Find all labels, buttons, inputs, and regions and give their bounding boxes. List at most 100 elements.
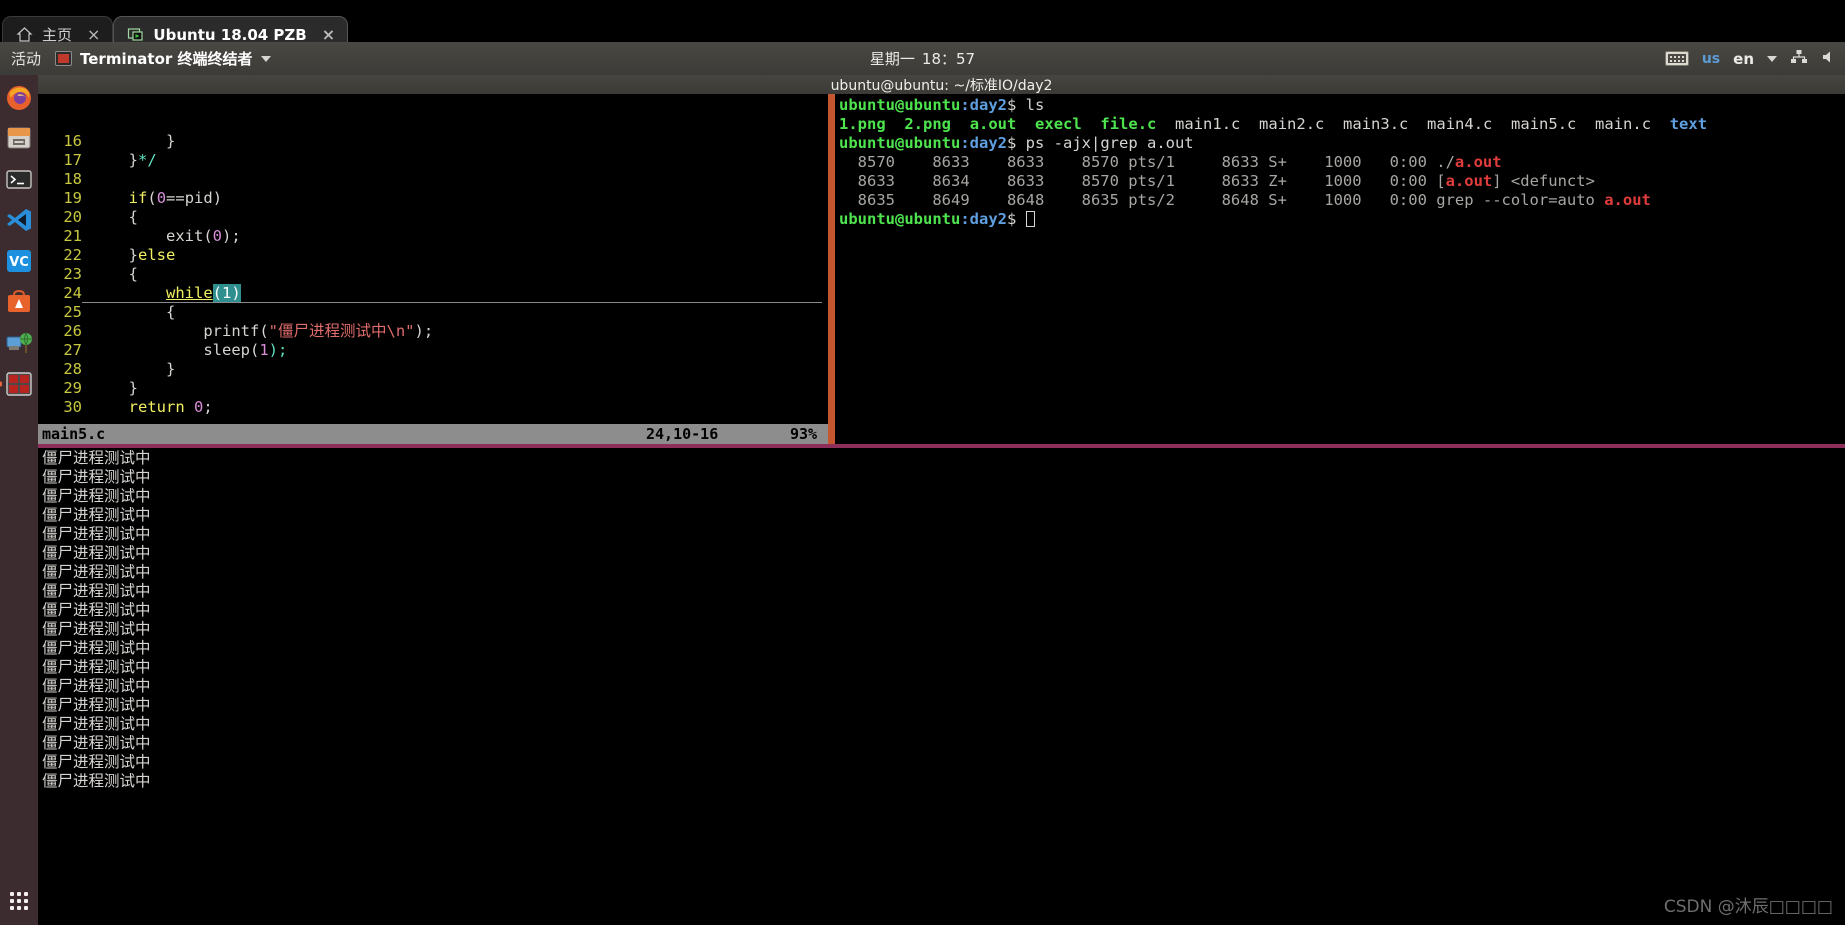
shell-prompt-symbol: $ — [1007, 210, 1026, 228]
network-icon[interactable] — [1790, 49, 1808, 69]
dock-item-vscode[interactable] — [3, 204, 35, 236]
watermark: CSDN @沐辰□□□□ — [1663, 897, 1833, 917]
code-token: exit( — [91, 227, 213, 245]
output-line: 僵尸进程测试中 — [42, 734, 151, 752]
code-token: 1 — [259, 341, 269, 359]
window-titlebar[interactable]: ubuntu@ubuntu: ~/标准IO/day2 — [38, 75, 1845, 94]
chevron-down-icon[interactable] — [1767, 55, 1777, 62]
dock-item-firefox[interactable] — [3, 81, 35, 113]
vim-status-line: main5.c 24,10-16 93% — [38, 424, 828, 444]
ls-entry — [886, 115, 905, 133]
ls-entry — [1082, 115, 1101, 133]
vim-cursor-position: 24,10-16 — [646, 424, 719, 443]
code-token: 0 — [156, 189, 167, 207]
dock-item-terminator[interactable] — [3, 368, 35, 400]
code-token: ( — [147, 189, 157, 207]
line-number: 20 — [63, 208, 82, 226]
code-token: } — [91, 379, 139, 397]
ubuntu-software-icon — [8, 289, 30, 312]
code-line: 22 }else — [42, 246, 828, 265]
terminator-icon — [6, 372, 32, 396]
line-number: 27 — [63, 341, 82, 359]
ubuntu-dock: VC — [0, 75, 38, 925]
code-token: if — [128, 189, 148, 207]
vim-editor-pane[interactable]: 16 } 17 }*/18 19 if(0==pid) 20 {21 exit(0)… — [38, 94, 828, 444]
grid-dot — [24, 892, 28, 896]
volume-icon[interactable] — [1821, 49, 1837, 69]
code-line: 24 while(1) — [42, 284, 828, 303]
ls-entry: main2.c — [1259, 115, 1325, 133]
keyboard-layout-label[interactable]: us — [1702, 51, 1720, 67]
terminal-line: ubuntu@ubuntu:day2$ ps -ajx|grep a.out — [839, 134, 1845, 153]
terminal-line: 1.png 2.png a.out execl file.c main1.c m… — [839, 115, 1845, 134]
browser-tab-label: Ubuntu 18.04 PZB — [153, 25, 307, 44]
code-line: 17 }*/ — [42, 151, 828, 170]
ls-entry: main5.c — [1511, 115, 1577, 133]
code-line: 27 sleep(1); — [42, 341, 828, 360]
output-line: 僵尸进程测试中 — [42, 601, 151, 619]
ps-field: a.out — [1445, 172, 1493, 190]
terminator-panes: 16 } 17 }*/18 19 if(0==pid) 20 {21 exit(0)… — [38, 94, 1845, 925]
window-title: ubuntu@ubuntu: ~/标准IO/day2 — [830, 77, 1053, 94]
ls-entry: a.out — [969, 115, 1017, 133]
line-number: 28 — [63, 360, 82, 378]
vertical-split-handle[interactable] — [828, 94, 835, 444]
dock-item-terminal[interactable] — [3, 163, 35, 195]
shell-prompt-path: :day2 — [960, 134, 1007, 152]
program-output-pane[interactable]: 僵尸进程测试中 僵尸进程测试中 僵尸进程测试中 僵尸进程测试中 僵尸进程测试中 僵尸进程测… — [38, 448, 1845, 925]
ls-entry — [1324, 115, 1343, 133]
code-line: 18 — [42, 170, 828, 189]
vim-scroll-percent: 93% — [790, 424, 818, 443]
code-line: 29 } — [42, 379, 828, 398]
dock-item-files[interactable] — [3, 122, 35, 154]
output-line: 僵尸进程测试中 — [42, 582, 151, 600]
ps-field: 8633 8634 8633 8570 pts/1 8633 Z+ 1000 0… — [839, 172, 1446, 190]
output-line: 僵尸进程测试中 — [42, 468, 151, 486]
vim-code-area[interactable]: 16 } 17 }*/18 19 if(0==pid) 20 {21 exit(0)… — [38, 132, 828, 417]
code-token: } — [91, 151, 139, 169]
terminator-window: ubuntu@ubuntu: ~/标准IO/day2 16 } 17 }*/18 … — [38, 75, 1845, 925]
code-token: ); — [222, 227, 241, 245]
shell-terminal-pane[interactable]: ubuntu@ubuntu:day2$ ls 1.png 2.png a.out … — [835, 94, 1845, 444]
close-icon[interactable]: × — [322, 26, 335, 43]
dock-item-remmina[interactable] — [3, 327, 35, 359]
input-method-label[interactable]: en — [1733, 50, 1754, 68]
code-line: 23 { — [42, 265, 828, 284]
code-token: ) — [231, 284, 241, 302]
grid-dot — [17, 899, 21, 903]
code-token: 0 — [194, 398, 204, 416]
terminal-line: 8633 8634 8633 8570 pts/1 8633 Z+ 1000 0… — [839, 172, 1845, 191]
line-number: 25 — [63, 303, 82, 321]
dock-item-vncviewer[interactable]: VC — [3, 245, 35, 277]
terminal-line: ubuntu@ubuntu:day2$ ls — [839, 96, 1845, 115]
output-line: 僵尸进程测试中 — [42, 658, 151, 676]
close-icon[interactable]: × — [87, 26, 100, 43]
grid-dot — [10, 892, 14, 896]
ls-entry: text — [1669, 115, 1708, 133]
dock-item-software[interactable] — [3, 286, 35, 318]
line-number: 19 — [63, 189, 82, 207]
code-token: ); — [414, 322, 434, 340]
shell-prompt-symbol: $ — [1007, 96, 1026, 114]
code-token: } — [91, 132, 176, 150]
grid-dot — [10, 899, 14, 903]
code-line: 16 } — [42, 132, 828, 151]
line-number: 26 — [63, 322, 82, 340]
ls-entry — [1156, 115, 1175, 133]
ps-field: 8570 8633 8633 8570 pts/1 8633 S+ 1000 0… — [839, 153, 1437, 171]
keyboard-icon[interactable] — [1664, 51, 1689, 66]
show-applications-button[interactable] — [3, 885, 35, 917]
panel-clock[interactable]: 星期一 18：57 — [0, 42, 1845, 75]
shell-prompt-path: :day2 — [960, 96, 1007, 114]
ls-entry — [1408, 115, 1427, 133]
home-icon — [16, 26, 33, 43]
code-line: 30 return 0; — [42, 398, 828, 417]
grid-dot — [24, 899, 28, 903]
line-number: 23 — [63, 265, 82, 283]
line-number: 30 — [63, 398, 82, 416]
ls-entry — [1016, 115, 1035, 133]
